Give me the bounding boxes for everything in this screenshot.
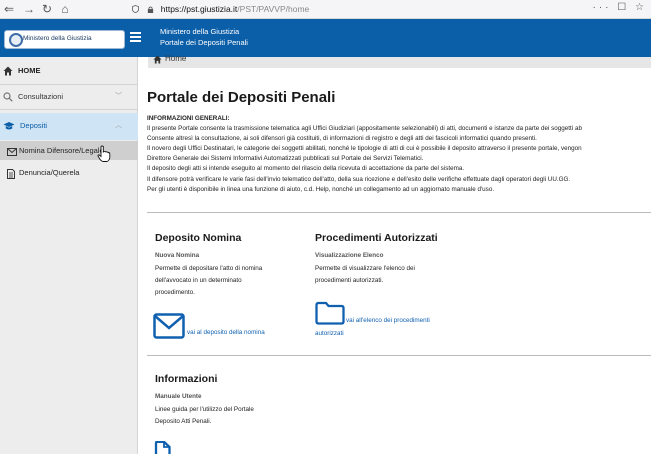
logo-text: Ministero della Giustizia <box>23 35 92 42</box>
card-title: Informazioni <box>155 373 218 385</box>
info-line: Per gli utenti è disponibile in linea un… <box>147 185 495 193</box>
manual-document-icon[interactable] <box>154 441 172 454</box>
desc-line: dell'avvocato in un determinato <box>155 277 242 284</box>
card-description: Linee guida per l'utilizzo del Portale D… <box>155 404 254 428</box>
card-description: Permette di depositare l'atto di nomina … <box>155 263 262 299</box>
info-line: Il difensore potrà verificare le varie f… <box>147 175 571 183</box>
chevron-down-icon: ﹀ <box>115 93 122 100</box>
sidebar-subitem-nomina[interactable]: Nomina Difensore/Legale <box>0 141 138 160</box>
sidebar-item-depositi[interactable]: Depositi ︿ <box>0 113 138 140</box>
info-line: Il deposito degli atti si intende esegui… <box>147 165 465 173</box>
desc-line: procedimento. <box>155 289 195 296</box>
info-line: Il presente Portale consente la trasmiss… <box>147 125 582 133</box>
house-icon <box>3 66 13 76</box>
search-icon <box>3 92 13 102</box>
header-title-line1: Ministero della Giustizia <box>160 27 240 36</box>
shield-icon <box>132 5 139 13</box>
info-line: Consente altresì la consultazione, ai so… <box>147 135 537 143</box>
card-deposito-nomina: Deposito Nomina Nuova Nomina Permette di… <box>155 232 262 299</box>
card-title: Procedimenti Autorizzati <box>315 232 438 244</box>
top-header: Ministero della Giustizia Ministero dell… <box>0 19 651 57</box>
desc-line: Permette di visualizzare l'elenco dei <box>315 265 415 272</box>
header-title-line2: Portale dei Depositi Penali <box>160 38 248 47</box>
card-title: Deposito Nomina <box>155 232 242 244</box>
sidebar-label-consultazioni: Consultazioni <box>18 92 64 101</box>
divider <box>147 212 651 213</box>
hamburger-menu-icon[interactable] <box>130 32 141 42</box>
breadcrumb: Home <box>148 54 651 68</box>
breadcrumb-home-link[interactable]: Home <box>165 54 186 63</box>
info-heading: INFORMAZIONI GENERALI: <box>147 115 230 122</box>
lock-icon <box>148 6 154 13</box>
general-info: INFORMAZIONI GENERALI: Il presente Porta… <box>147 114 651 195</box>
url-path: /PST/PAVVP/home <box>237 4 310 14</box>
hand-cursor-icon <box>97 145 111 162</box>
sidebar-label-nomina: Nomina Difensore/Legale <box>19 146 104 155</box>
browser-toolbar: ⇐ → ↻ ⌂ https://pst.giustizia.it/PST/PAV… <box>0 0 651 19</box>
desc-line: Permette di depositare l'atto di nomina <box>155 265 263 272</box>
sidebar-label-denuncia: Denuncia/Querela <box>19 168 80 177</box>
emblem-icon <box>9 33 23 47</box>
sidebar-item-home[interactable]: HOME <box>0 63 138 79</box>
info-line: Direttore Generale dei Sistemi Informati… <box>147 155 424 163</box>
deposito-nomina-link[interactable]: vai al deposito della nomina <box>187 329 265 336</box>
reload-icon[interactable]: ↻ <box>40 2 54 16</box>
procedimenti-link-cont[interactable]: autorizzati <box>315 330 344 337</box>
graduation-cap-icon <box>3 122 15 130</box>
browser-menu-icons[interactable]: ··· ☐ ☆ <box>593 2 647 13</box>
card-subtitle: Manuale Utente <box>155 393 202 400</box>
sidebar: HOME Consultazioni ﹀ Depositi ︿ Nomina D… <box>0 57 138 454</box>
sidebar-item-consultazioni[interactable]: Consultazioni ﹀ <box>0 89 138 105</box>
chevron-up-icon: ︿ <box>115 122 122 129</box>
ministry-logo[interactable]: Ministero della Giustizia <box>4 30 125 49</box>
back-icon[interactable]: ⇐ <box>2 2 16 16</box>
forward-icon[interactable]: → <box>22 2 36 16</box>
desc-line: procedimenti autorizzati. <box>315 277 384 284</box>
sidebar-subitem-denuncia[interactable]: Denuncia/Querela <box>0 163 138 182</box>
procedimenti-link[interactable]: vai all'elenco dei procedimenti <box>346 317 430 324</box>
card-subtitle: Visualizzazione Elenco <box>315 252 384 259</box>
header-title: Ministero della Giustizia Portale dei De… <box>160 26 248 48</box>
folder-icon[interactable] <box>315 301 345 325</box>
divider <box>147 355 651 356</box>
sidebar-label-depositi: Depositi <box>20 121 48 130</box>
sidebar-label-home: HOME <box>18 66 41 75</box>
home-icon[interactable]: ⌂ <box>58 2 72 16</box>
desc-line: Linee guida per l'utilizzo del Portale <box>155 406 254 413</box>
breadcrumb-house-icon <box>153 55 162 64</box>
card-procedimenti: Procedimenti Autorizzati Visualizzazione… <box>315 232 438 287</box>
document-icon <box>7 169 15 179</box>
desc-line: Deposito Atti Penali. <box>155 418 212 425</box>
card-informazioni: Informazioni Manuale Utente Linee guida … <box>155 373 254 428</box>
envelope-large-icon[interactable] <box>153 313 185 339</box>
info-line: Il novero degli Uffici Destinatari, le c… <box>147 145 582 153</box>
address-bar[interactable]: https://pst.giustizia.it/PST/PAVVP/home <box>132 2 632 17</box>
card-subtitle: Nuova Nomina <box>155 252 200 259</box>
envelope-icon <box>7 148 17 156</box>
page-title: Portale dei Depositi Penali <box>147 89 336 106</box>
card-description: Permette di visualizzare l'elenco dei pr… <box>315 263 438 287</box>
url-host: https://pst.giustizia.it <box>160 4 238 14</box>
